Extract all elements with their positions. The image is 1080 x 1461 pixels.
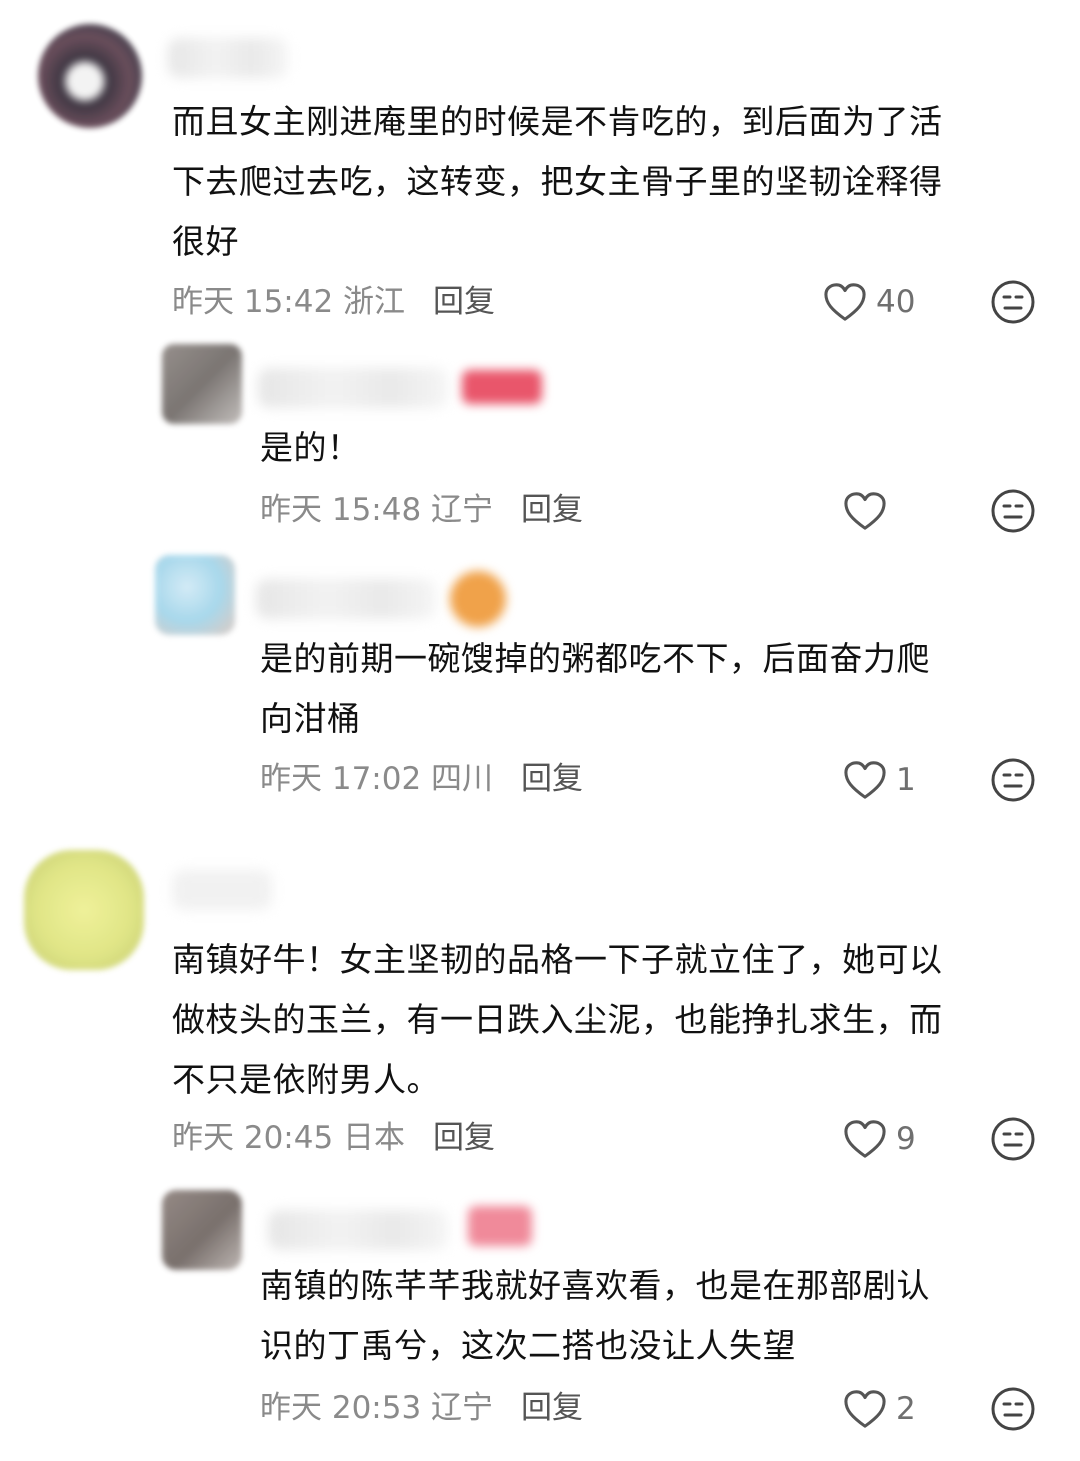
avatar[interactable] bbox=[162, 1190, 242, 1270]
user-badge bbox=[462, 370, 542, 404]
like-button[interactable]: 1 bbox=[842, 757, 916, 803]
dislike-button[interactable] bbox=[990, 757, 1036, 803]
comment-meta: 昨天 20:53 辽宁 回复 bbox=[260, 1388, 583, 1428]
reply-button[interactable]: 回复 bbox=[521, 1390, 583, 1426]
comment-meta: 昨天 15:42 浙江 回复 bbox=[172, 282, 495, 322]
comment-item: 南镇好牛！女主坚韧的品格一下子就立住了，她可以 做枝头的玉兰，有一日跌入尘泥，也… bbox=[0, 830, 1080, 1180]
like-count: 9 bbox=[896, 1121, 916, 1157]
comment-time-location: 昨天 20:45 日本 bbox=[172, 1120, 406, 1156]
like-count: 2 bbox=[896, 1391, 916, 1427]
comment-time-location: 昨天 15:42 浙江 bbox=[172, 284, 406, 320]
reply-button[interactable]: 回复 bbox=[521, 761, 583, 797]
avatar[interactable] bbox=[38, 24, 142, 128]
username-blurred[interactable] bbox=[268, 1210, 448, 1250]
avatar[interactable] bbox=[162, 344, 242, 424]
comment-meta: 昨天 15:48 辽宁 回复 bbox=[260, 490, 583, 530]
like-button[interactable] bbox=[842, 488, 896, 534]
heart-outline-icon bbox=[824, 283, 866, 321]
user-badge bbox=[468, 1206, 532, 1246]
neutral-face-icon bbox=[991, 758, 1035, 802]
comment-text: 南镇好牛！女主坚韧的品格一下子就立住了，她可以 做枝头的玉兰，有一日跌入尘泥，也… bbox=[172, 940, 943, 1099]
comment-item: 而且女主刚进庵里的时候是不肯吃的，到后面为了活 下去爬过去吃，这转变，把女主骨子… bbox=[0, 0, 1080, 340]
comment-time-location: 昨天 17:02 四川 bbox=[260, 761, 494, 797]
reply-item: 是的！ 昨天 15:48 辽宁 回复 bbox=[0, 340, 1080, 545]
neutral-face-icon bbox=[991, 1387, 1035, 1431]
comment-meta: 昨天 20:45 日本 回复 bbox=[172, 1118, 495, 1158]
username-blurred[interactable] bbox=[258, 368, 448, 408]
comment-time-location: 昨天 20:53 辽宁 bbox=[260, 1390, 494, 1426]
reply-item: 是的前期一碗馊掉的粥都吃不下，后面奋力爬 向泔桶 昨天 17:02 四川 回复 1 bbox=[0, 545, 1080, 825]
avatar[interactable] bbox=[24, 850, 144, 970]
username-blurred[interactable] bbox=[172, 870, 272, 910]
like-count: 40 bbox=[876, 284, 916, 320]
heart-outline-icon bbox=[844, 492, 886, 530]
reply-button[interactable]: 回复 bbox=[433, 1120, 495, 1156]
dislike-button[interactable] bbox=[990, 1386, 1036, 1432]
like-button[interactable]: 9 bbox=[842, 1116, 916, 1162]
neutral-face-icon bbox=[991, 489, 1035, 533]
comment-meta: 昨天 17:02 四川 回复 bbox=[260, 759, 583, 799]
neutral-face-icon bbox=[991, 280, 1035, 324]
reply-button[interactable]: 回复 bbox=[433, 284, 495, 320]
reply-button[interactable]: 回复 bbox=[521, 492, 583, 528]
comment-time-location: 昨天 15:48 辽宁 bbox=[260, 492, 494, 528]
heart-outline-icon bbox=[844, 761, 886, 799]
comment-text: 是的前期一碗馊掉的粥都吃不下，后面奋力爬 向泔桶 bbox=[260, 639, 930, 738]
username-blurred[interactable] bbox=[168, 38, 288, 78]
heart-outline-icon bbox=[844, 1390, 886, 1428]
reply-item: 南镇的陈芊芊我就好喜欢看，也是在那部剧认 识的丁禹兮，这次二搭也没让人失望 昨天… bbox=[0, 1180, 1080, 1461]
dislike-button[interactable] bbox=[990, 1116, 1036, 1162]
neutral-face-icon bbox=[991, 1117, 1035, 1161]
avatar[interactable] bbox=[155, 555, 235, 635]
user-badge bbox=[450, 571, 506, 627]
comment-text: 而且女主刚进庵里的时候是不肯吃的，到后面为了活 下去爬过去吃，这转变，把女主骨子… bbox=[172, 102, 943, 261]
heart-outline-icon bbox=[844, 1120, 886, 1158]
like-count: 1 bbox=[896, 762, 916, 798]
like-button[interactable]: 2 bbox=[842, 1386, 916, 1432]
like-button[interactable]: 40 bbox=[822, 279, 915, 325]
comment-text: 南镇的陈芊芊我就好喜欢看，也是在那部剧认 识的丁禹兮，这次二搭也没让人失望 bbox=[260, 1266, 930, 1365]
dislike-button[interactable] bbox=[990, 279, 1036, 325]
dislike-button[interactable] bbox=[990, 488, 1036, 534]
username-blurred[interactable] bbox=[256, 579, 436, 619]
comment-text: 是的！ bbox=[260, 428, 361, 467]
